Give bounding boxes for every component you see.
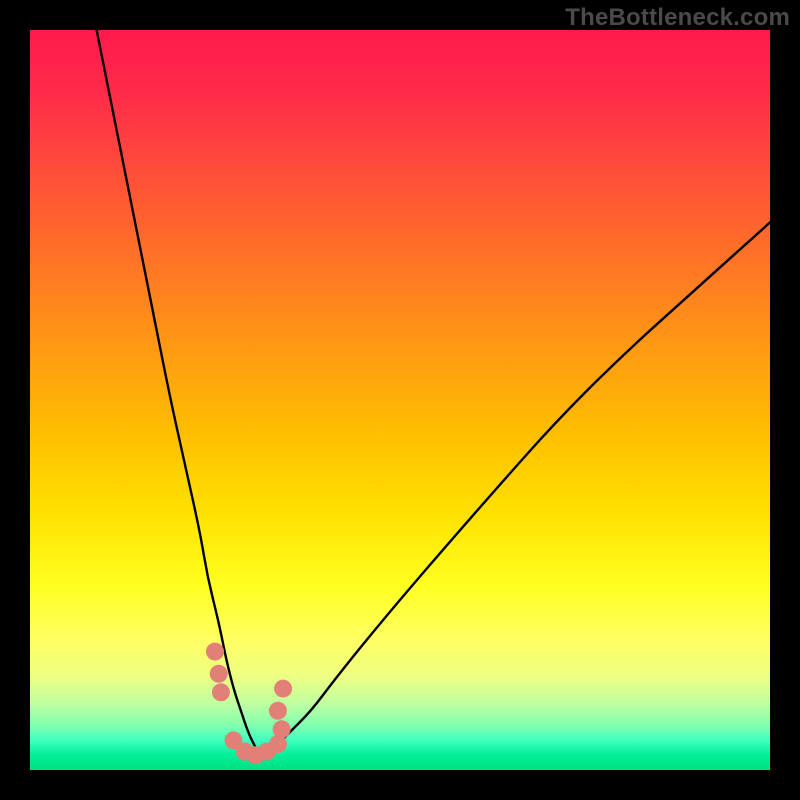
data-point: [273, 720, 291, 738]
plot-area: [30, 30, 770, 770]
data-point: [274, 680, 292, 698]
data-point: [210, 665, 228, 683]
chart-frame: TheBottleneck.com: [0, 0, 800, 800]
data-point: [212, 683, 230, 701]
data-point: [206, 643, 224, 661]
attribution-label: TheBottleneck.com: [565, 4, 790, 32]
bottleneck-curve: [97, 30, 260, 755]
bottleneck-curve: [259, 222, 770, 755]
data-point: [269, 702, 287, 720]
curve-layer: [30, 30, 770, 770]
